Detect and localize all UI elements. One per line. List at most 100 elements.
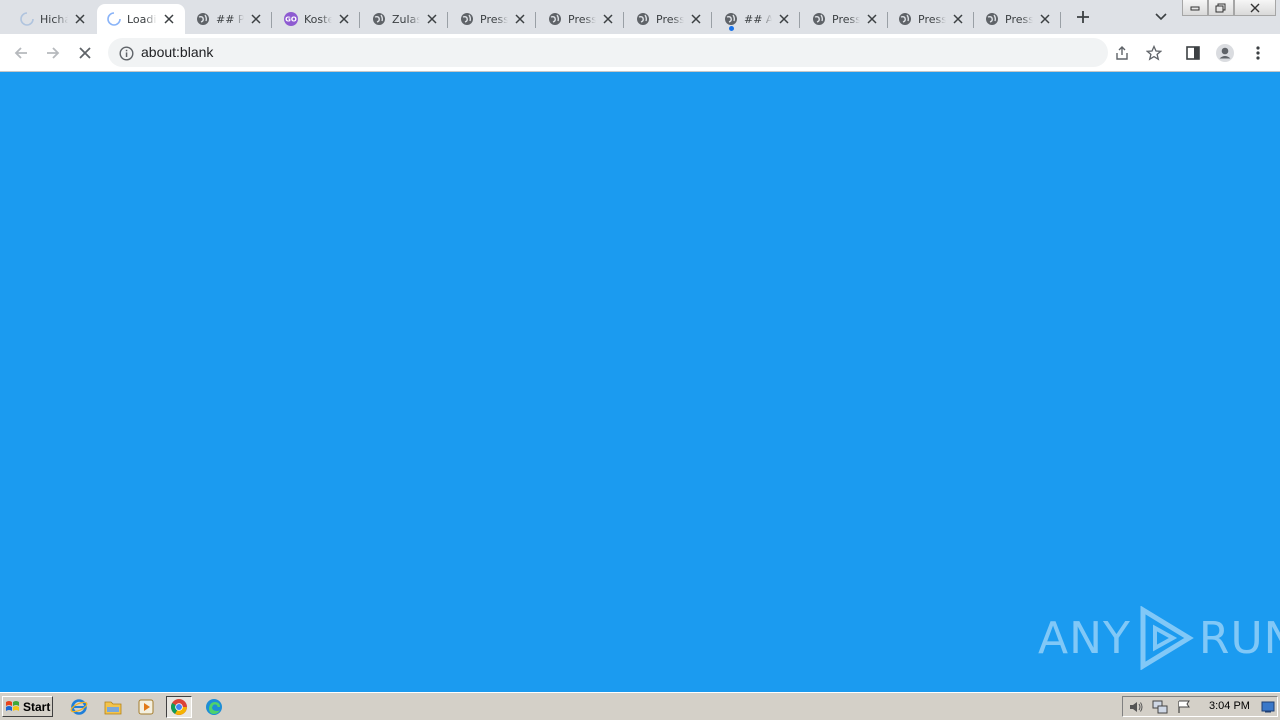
window-controls	[1182, 0, 1276, 18]
globe-icon	[985, 12, 999, 26]
side-panel-button[interactable]	[1181, 41, 1205, 65]
restore-icon	[1215, 3, 1226, 12]
internet-explorer-icon	[70, 699, 88, 715]
close-window-icon	[1250, 3, 1260, 12]
tab-separator	[271, 12, 272, 28]
globe-icon	[812, 12, 826, 26]
close-icon[interactable]	[336, 11, 352, 27]
globe-icon	[196, 12, 210, 26]
chevron-down-icon	[1155, 13, 1167, 21]
tab-title: Press	[918, 12, 946, 26]
tab-5[interactable]: Press	[450, 4, 536, 34]
tab-6[interactable]: Press	[538, 4, 624, 34]
close-icon[interactable]	[1037, 11, 1053, 27]
tab-3[interactable]: GO Koste	[274, 4, 360, 34]
tab-title: Hichá	[40, 12, 68, 26]
close-icon[interactable]	[950, 11, 966, 27]
browser-window: Hichá Loadi ## P GO Koste Zulas Press Pr…	[0, 0, 1280, 72]
info-icon[interactable]	[118, 45, 134, 61]
close-icon[interactable]	[72, 11, 88, 27]
close-icon[interactable]	[688, 11, 704, 27]
loading-spinner-icon	[107, 12, 121, 26]
close-icon[interactable]	[424, 11, 440, 27]
tab-strip: Hichá Loadi ## P GO Koste Zulas Press Pr…	[0, 0, 1280, 34]
tab-separator	[799, 12, 800, 28]
system-tray: 3:04 PM	[1122, 696, 1278, 717]
minimize-icon	[1190, 6, 1200, 10]
tab-10[interactable]: Press	[888, 4, 974, 34]
share-icon	[1116, 46, 1128, 60]
minimize-button[interactable]	[1182, 0, 1208, 16]
tab-title: Press	[832, 12, 860, 26]
internet-explorer-launcher[interactable]	[68, 697, 90, 717]
tab-separator	[973, 12, 974, 28]
chrome-icon	[171, 699, 187, 715]
network-icon[interactable]	[1152, 699, 1168, 715]
page-content[interactable]	[0, 72, 1280, 692]
tab-separator	[711, 12, 712, 28]
svg-text:GO: GO	[285, 16, 297, 24]
notification-dot-icon	[729, 26, 734, 31]
close-icon	[79, 47, 91, 59]
tab-title: ## A	[744, 12, 772, 26]
avatar-icon	[1216, 44, 1234, 62]
back-button[interactable]	[9, 41, 33, 65]
close-icon[interactable]	[161, 11, 177, 27]
tab-0[interactable]: Hichá	[10, 4, 96, 34]
plus-icon	[1077, 11, 1089, 23]
tab-title: Zulas	[392, 12, 420, 26]
address-bar-url: about:blank	[141, 44, 214, 60]
star-icon	[1146, 45, 1162, 61]
side-panel-icon	[1186, 46, 1200, 60]
tab-search-button[interactable]	[1150, 6, 1172, 28]
close-icon[interactable]	[776, 11, 792, 27]
globe-icon	[372, 12, 386, 26]
close-icon[interactable]	[248, 11, 264, 27]
share-button[interactable]	[1110, 41, 1134, 65]
tab-title: ## P	[216, 12, 244, 26]
play-logo-icon	[1140, 606, 1194, 670]
volume-icon[interactable]	[1128, 699, 1144, 715]
show-desktop-icon[interactable]	[1260, 699, 1276, 715]
close-icon[interactable]	[600, 11, 616, 27]
tab-4[interactable]: Zulas	[362, 4, 448, 34]
arrow-right-icon	[47, 47, 60, 59]
three-dots-vertical-icon	[1256, 46, 1260, 60]
tab-title: Press	[1005, 12, 1033, 26]
tab-7[interactable]: Press	[626, 4, 712, 34]
go-badge-icon: GO	[284, 12, 298, 26]
tab-11[interactable]: Press	[975, 4, 1061, 34]
media-player-launcher[interactable]	[135, 697, 157, 717]
close-window-button[interactable]	[1234, 0, 1276, 16]
tab-9[interactable]: Press	[802, 4, 888, 34]
tab-8[interactable]: ## A	[714, 4, 800, 34]
globe-icon	[460, 12, 474, 26]
watermark-text-right: RUN	[1198, 612, 1280, 664]
action-center-flag-icon[interactable]	[1176, 699, 1192, 715]
tab-separator	[535, 12, 536, 28]
close-icon[interactable]	[864, 11, 880, 27]
tab-title: Press	[480, 12, 508, 26]
forward-button[interactable]	[41, 41, 65, 65]
bookmark-button[interactable]	[1142, 41, 1166, 65]
loading-spinner-icon	[20, 12, 34, 26]
tab-separator	[359, 12, 360, 28]
tab-title: Press	[568, 12, 596, 26]
file-explorer-launcher[interactable]	[102, 697, 124, 717]
tab-separator	[447, 12, 448, 28]
close-icon[interactable]	[512, 11, 528, 27]
restore-button[interactable]	[1208, 0, 1234, 16]
chrome-launcher[interactable]	[166, 696, 192, 718]
menu-button[interactable]	[1246, 41, 1270, 65]
address-bar[interactable]: about:blank	[108, 38, 1108, 67]
profile-button[interactable]	[1213, 41, 1237, 65]
stop-loading-button[interactable]	[73, 41, 97, 65]
browser-toolbar: about:blank	[0, 34, 1280, 72]
new-tab-button[interactable]	[1072, 6, 1094, 28]
globe-icon	[636, 12, 650, 26]
tab-1-active[interactable]: Loadi	[97, 4, 185, 34]
start-button[interactable]: Start	[2, 696, 53, 717]
taskbar-clock[interactable]: 3:04 PM	[1209, 700, 1250, 712]
edge-launcher[interactable]	[203, 697, 225, 717]
tab-2[interactable]: ## P	[186, 4, 272, 34]
